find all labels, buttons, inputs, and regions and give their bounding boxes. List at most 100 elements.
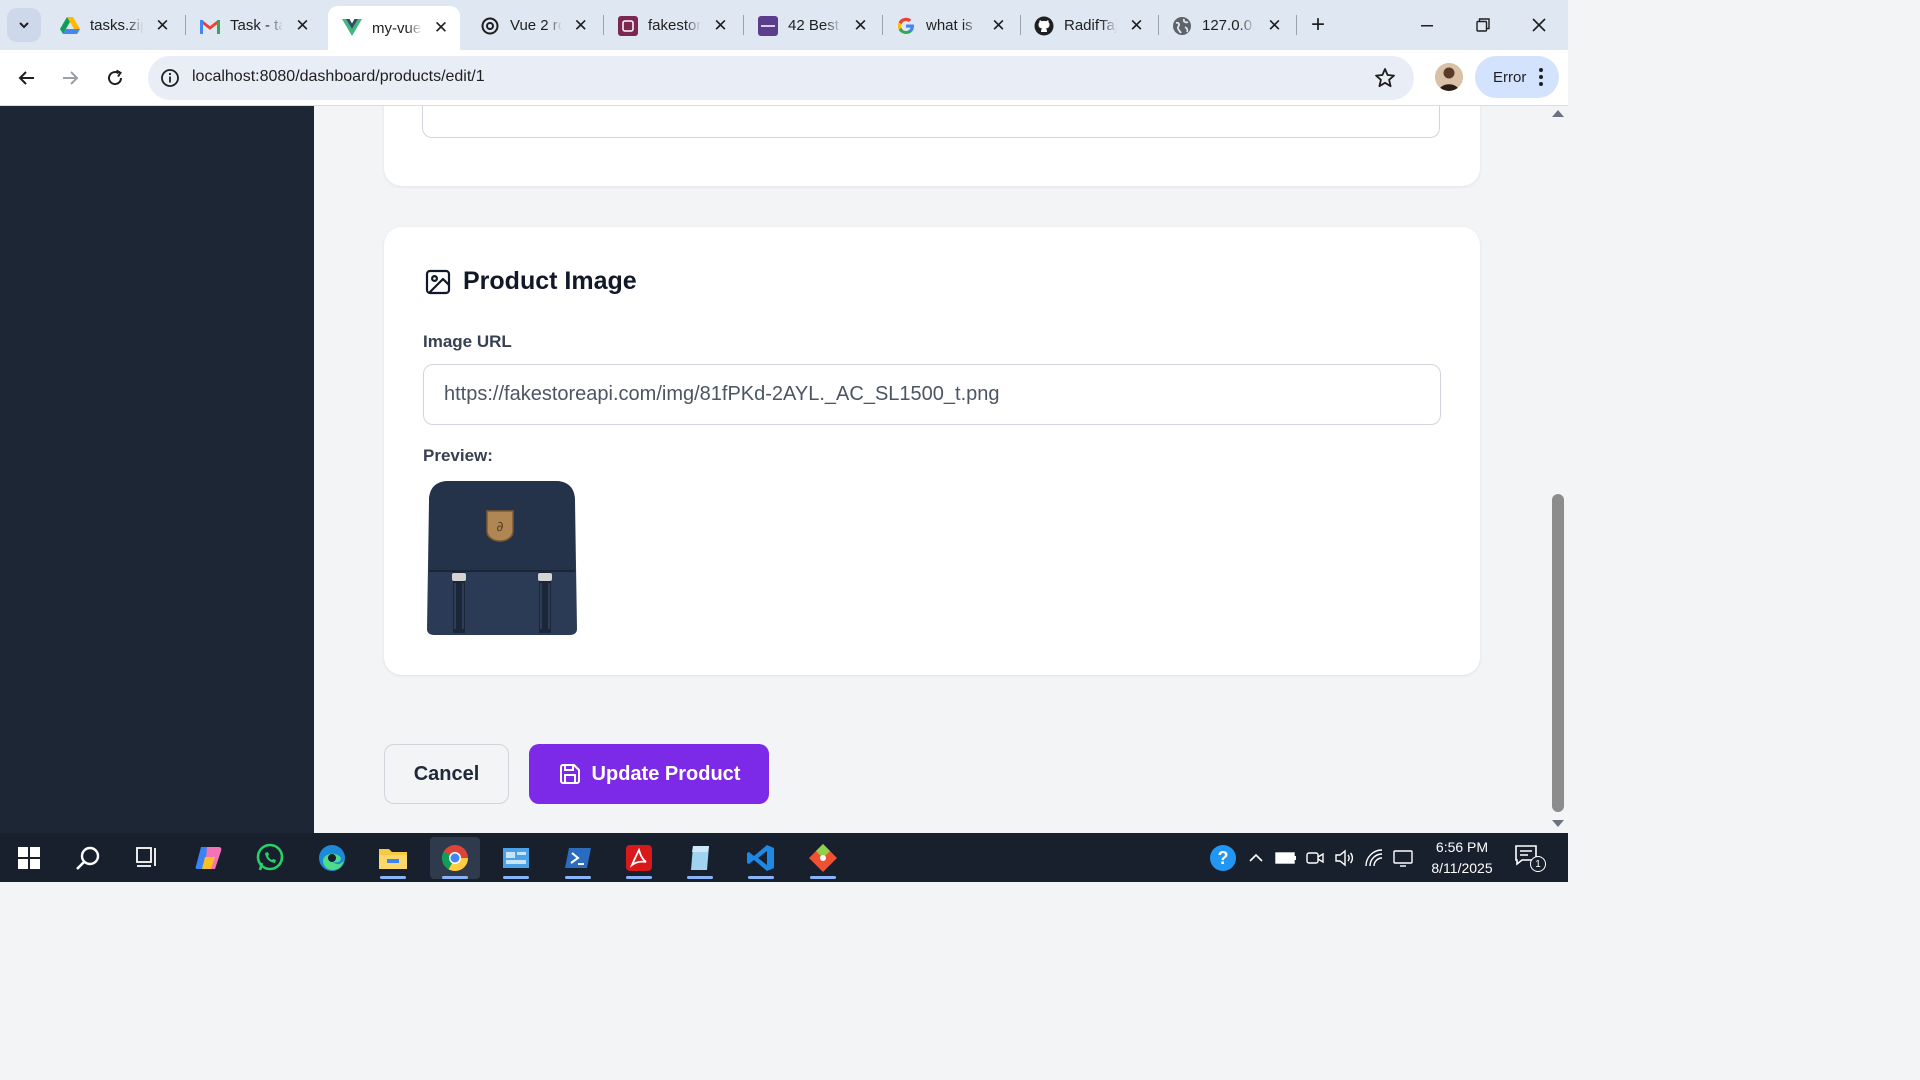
running-indicator	[565, 876, 591, 879]
globe-icon	[1172, 16, 1192, 36]
minimize-button[interactable]	[1399, 0, 1455, 50]
site-info-icon[interactable]	[158, 66, 182, 90]
restore-button[interactable]	[1455, 0, 1511, 50]
taskbar-copilot[interactable]	[184, 837, 234, 879]
close-icon[interactable]: ✕	[432, 18, 450, 38]
taskbar-powershell[interactable]	[553, 837, 603, 879]
back-button[interactable]	[8, 59, 46, 97]
tab-github[interactable]: RadifTaj ✕	[1020, 7, 1156, 44]
error-label: Error	[1493, 68, 1527, 86]
tab-42-best[interactable]: 42 Best ✕	[744, 7, 880, 44]
windows-start-icon	[18, 847, 40, 869]
update-product-label: Update Product	[591, 762, 741, 785]
vue-icon	[342, 18, 362, 38]
camera-icon	[1306, 851, 1324, 864]
plus-icon: +	[1310, 11, 1325, 38]
copilot-icon	[195, 847, 222, 869]
network-tray[interactable]	[1360, 833, 1388, 882]
chrome-icon	[441, 845, 469, 872]
running-indicator	[380, 876, 406, 879]
address-bar[interactable]: localhost:8080/dashboard/products/edit/1	[148, 56, 1414, 100]
taskbar-file-explorer[interactable]	[368, 837, 418, 879]
taskbar-edge[interactable]	[307, 837, 357, 879]
git-icon	[809, 844, 837, 872]
clock-date: 8/11/2025	[1431, 860, 1493, 876]
page-scrollbar[interactable]	[1548, 106, 1568, 833]
chevron-up-icon	[1249, 853, 1263, 862]
tab-gmail[interactable]: Task - ta ✕	[186, 7, 322, 44]
close-icon[interactable]: ✕	[293, 16, 312, 36]
running-indicator	[503, 876, 529, 879]
tab-google-search[interactable]: what is ✕	[882, 7, 1018, 44]
notification-count-badge: 1	[1530, 856, 1546, 872]
profile-error-chip[interactable]: Error	[1475, 56, 1559, 98]
clock-time: 6:56 PM	[1435, 839, 1489, 855]
dashboard-sidebar	[0, 106, 314, 833]
taskbar-clock[interactable]: 6:56 PM 8/11/2025	[1416, 837, 1508, 879]
image-url-input[interactable]	[423, 364, 1441, 425]
taskbar-acrobat[interactable]	[614, 837, 664, 879]
show-hidden-icons-button[interactable]	[1244, 833, 1268, 882]
preview-label: Preview:	[423, 446, 493, 465]
close-icon[interactable]: ✕	[711, 16, 730, 36]
task-view-button[interactable]	[122, 837, 172, 879]
task-view-icon	[136, 847, 156, 867]
cancel-button[interactable]: Cancel	[384, 744, 509, 804]
display-tray[interactable]	[1390, 833, 1416, 882]
restore-icon	[1476, 18, 1490, 32]
tab-vue-2[interactable]: Vue 2 ro ✕	[466, 7, 600, 44]
close-icon[interactable]: ✕	[1265, 16, 1284, 36]
help-tray-button[interactable]: ?	[1206, 833, 1240, 882]
taskbar-vscode[interactable]	[736, 837, 786, 879]
running-indicator	[442, 876, 468, 879]
profile-avatar[interactable]	[1435, 63, 1463, 91]
scroll-up-arrow-icon[interactable]	[1552, 110, 1564, 117]
whatsapp-icon	[256, 843, 284, 871]
section-title: Product Image	[463, 267, 637, 295]
tab-tasks-zip[interactable]: tasks.zip ✕	[46, 7, 182, 44]
close-icon[interactable]: ✕	[851, 16, 870, 36]
forward-button[interactable]	[51, 59, 89, 97]
page-viewport: Product Image Image URL Preview: ∂ Cance…	[0, 106, 1568, 833]
close-icon[interactable]: ✕	[1127, 16, 1146, 36]
product-preview-image: ∂	[425, 479, 579, 635]
volume-tray[interactable]	[1330, 833, 1358, 882]
running-indicator	[748, 876, 774, 879]
previous-field-input[interactable]	[422, 106, 1440, 138]
more-menu-icon[interactable]	[1539, 68, 1543, 86]
bookmark-star-icon[interactable]	[1372, 65, 1398, 91]
taskbar-git[interactable]	[798, 837, 848, 879]
meet-now-tray[interactable]	[1302, 833, 1328, 882]
close-window-button[interactable]	[1511, 0, 1567, 50]
scroll-down-arrow-icon[interactable]	[1552, 820, 1564, 827]
taskbar-control-panel[interactable]	[491, 837, 541, 879]
close-icon[interactable]: ✕	[989, 16, 1008, 36]
vscode-icon	[747, 845, 774, 871]
new-tab-button[interactable]: +	[1304, 11, 1332, 39]
taskbar-whatsapp[interactable]	[245, 837, 295, 879]
google-icon	[896, 16, 916, 36]
arrow-right-icon	[63, 71, 79, 85]
taskbar-chrome[interactable]	[430, 837, 480, 879]
url-text[interactable]: localhost:8080/dashboard/products/edit/1	[192, 68, 485, 86]
taskbar-notes[interactable]	[675, 837, 725, 879]
image-url-label: Image URL	[423, 332, 512, 351]
tab-my-vue[interactable]: my-vue ✕	[328, 6, 460, 50]
tab-title: 127.0.0.	[1202, 17, 1256, 34]
tab-search-button[interactable]	[7, 8, 41, 42]
battery-tray[interactable]	[1272, 833, 1300, 882]
notification-center-button[interactable]: 1	[1514, 844, 1546, 872]
tab-fakestore[interactable]: fakestor ✕	[604, 7, 740, 44]
update-product-button[interactable]: Update Product	[529, 744, 769, 804]
tab-localhost-127[interactable]: 127.0.0. ✕	[1158, 7, 1294, 44]
close-icon[interactable]: ✕	[153, 16, 172, 36]
monitor-icon	[1393, 849, 1413, 867]
scrollbar-thumb[interactable]	[1552, 494, 1564, 812]
tab-title: RadifTaj	[1064, 17, 1118, 34]
close-icon[interactable]: ✕	[572, 16, 590, 36]
start-button[interactable]	[4, 837, 54, 879]
notes-icon	[691, 846, 709, 870]
reload-button[interactable]	[96, 59, 134, 97]
taskbar-search-button[interactable]	[63, 837, 113, 879]
chevron-down-icon	[19, 22, 29, 29]
